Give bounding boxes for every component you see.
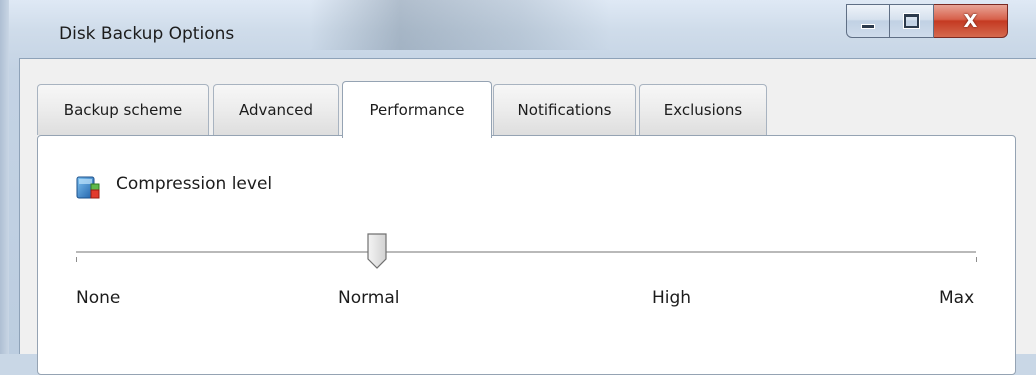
- window-frame: Disk Backup Options X Backup scheme Adva…: [0, 0, 1036, 375]
- slider-tick: [976, 257, 977, 262]
- compression-level-label: Compression level: [116, 174, 273, 194]
- title-bar-glass: [310, 0, 610, 50]
- slider-tick: [76, 257, 77, 262]
- compression-slider-thumb[interactable]: [366, 233, 388, 269]
- tab-performance[interactable]: Performance: [342, 81, 492, 138]
- maximize-button[interactable]: [890, 4, 934, 38]
- minimize-icon: [861, 23, 875, 29]
- slider-label-max: Max: [939, 288, 975, 308]
- tab-notifications[interactable]: Notifications: [493, 84, 636, 135]
- close-button[interactable]: X: [934, 4, 1008, 38]
- slider-label-high: High: [652, 288, 692, 308]
- tab-backup-scheme[interactable]: Backup scheme: [37, 84, 209, 135]
- window-controls: X: [846, 4, 1008, 40]
- minimize-button[interactable]: [846, 4, 890, 38]
- slider-label-normal: Normal: [338, 288, 400, 308]
- window-title: Disk Backup Options: [59, 24, 235, 44]
- performance-panel: [37, 135, 1016, 375]
- close-icon: X: [963, 10, 978, 32]
- compression-slider-track[interactable]: [76, 251, 976, 254]
- tab-exclusions[interactable]: Exclusions: [639, 84, 767, 135]
- maximize-icon: [904, 14, 919, 28]
- compression-level-icon: [76, 176, 100, 199]
- slider-label-none: None: [76, 288, 121, 308]
- tab-advanced[interactable]: Advanced: [213, 84, 339, 135]
